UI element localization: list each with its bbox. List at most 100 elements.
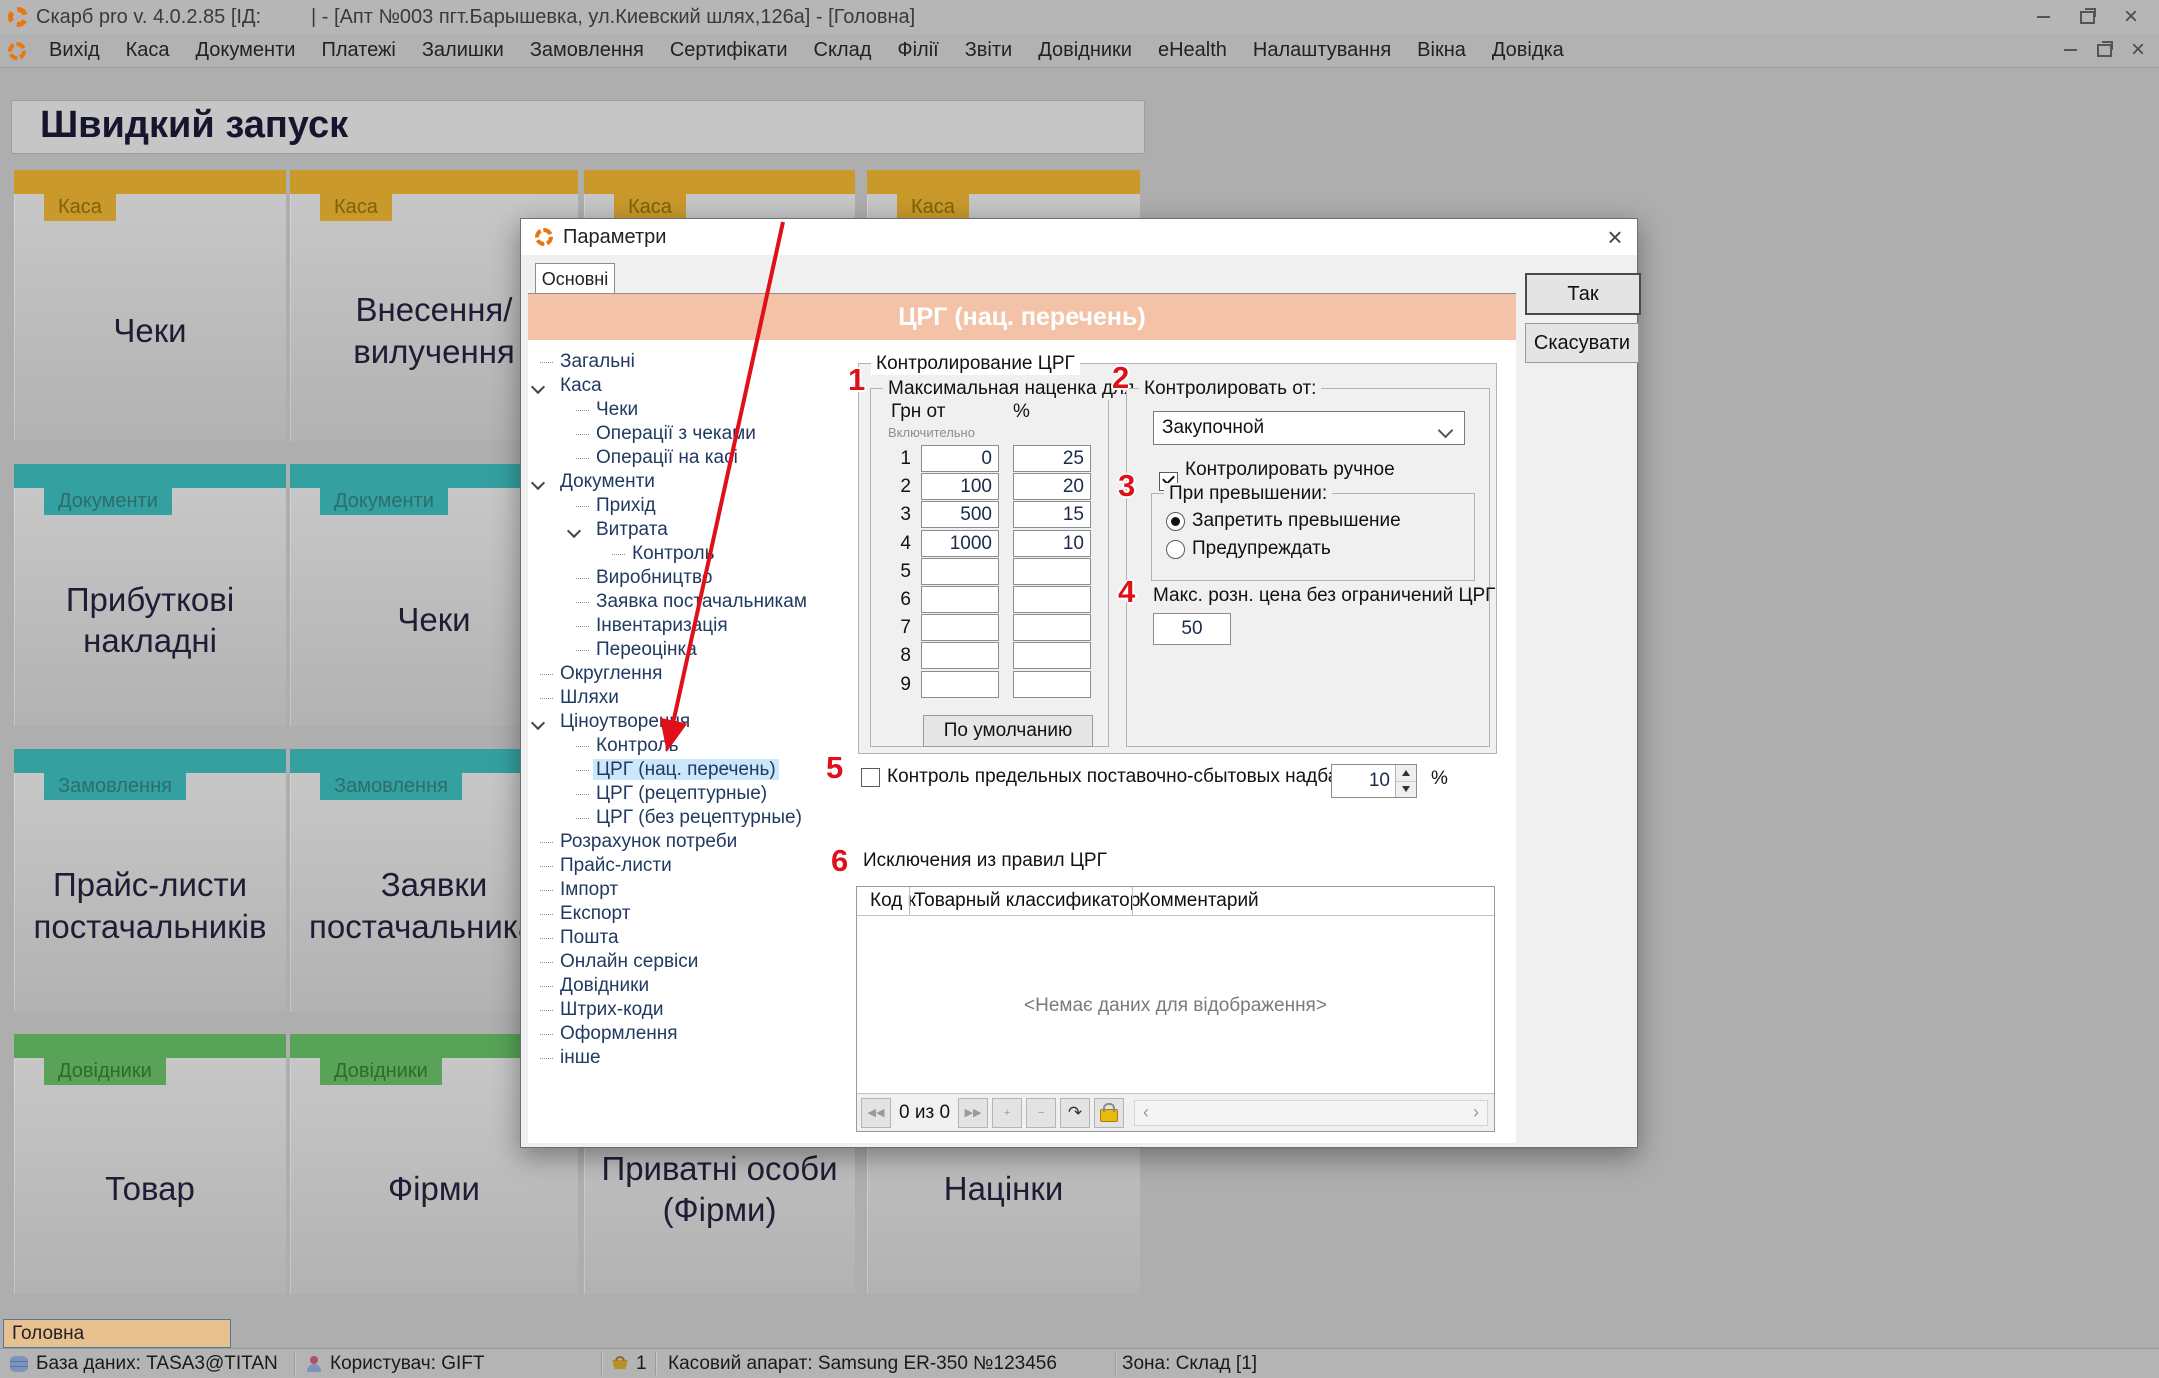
menu-item-10[interactable]: Звіти [952,39,1025,62]
scroll-left-icon[interactable]: ‹ [1143,1102,1149,1123]
tab-osnovni[interactable]: Основні [535,263,615,294]
rate-pct-input[interactable] [1013,558,1091,585]
tree-item-Онлайн сервіси[interactable]: Онлайн сервіси [531,950,851,974]
tree-item-ЦРГ (рецептурные)[interactable]: ЦРГ (рецептурные) [531,782,851,806]
menu-item-14[interactable]: Вікна [1404,39,1479,62]
tree-item-ЦРГ (без рецептурные)[interactable]: ЦРГ (без рецептурные) [531,806,851,830]
rate-pct-input[interactable]: 25 [1013,445,1091,472]
menu-item-6[interactable]: Замовлення [517,39,657,62]
limits-spinner[interactable]: 10 [1331,764,1417,798]
tree-item-Заявка постачальникам[interactable]: Заявка постачальникам [531,590,851,614]
tree-item-Витрата[interactable]: Витрата [531,518,851,542]
tree-item-Пошта[interactable]: Пошта [531,926,851,950]
tree-item-Операції на касі[interactable]: Операції на касі [531,446,851,470]
mdi-minimize-button[interactable] [2053,36,2087,64]
rate-pct-input[interactable]: 10 [1013,530,1091,557]
menu-item-12[interactable]: eHealth [1145,39,1240,62]
menu-item-1[interactable]: Вихід [36,39,113,62]
tree-item-Загальні[interactable]: Загальні [531,350,851,374]
dialog-close-icon[interactable]: × [1601,224,1629,250]
column-header-3[interactable]: Комментарий [1139,887,1259,915]
rate-pct-input[interactable] [1013,642,1091,669]
tree-item-Штрих-коди[interactable]: Штрих-коди [531,998,851,1022]
tree-item-Округлення[interactable]: Округлення [531,662,851,686]
dialog-titlebar[interactable]: Параметри [521,219,1637,255]
menu-item-9[interactable]: Філії [884,39,951,62]
remove-row-button[interactable]: − [1026,1098,1056,1128]
lock-button[interactable] [1094,1098,1124,1128]
tree-item-Контроль[interactable]: Контроль [531,542,851,566]
add-row-button[interactable]: + [992,1098,1022,1128]
mdi-close-button[interactable]: × [2121,36,2155,64]
tile-Чеки[interactable]: КасаЧеки [14,170,286,441]
control-from-select[interactable]: Закупочной [1153,411,1465,445]
rate-grn-input[interactable]: 0 [921,445,999,472]
rate-pct-input[interactable]: 20 [1013,473,1091,500]
tree-item-ЦРГ (нац. перечень)[interactable]: ЦРГ (нац. перечень) [531,758,851,782]
tree-item-Імпорт[interactable]: Імпорт [531,878,851,902]
menu-item-5[interactable]: Залишки [409,39,517,62]
menu-item-4[interactable]: Платежі [308,39,408,62]
radio-forbid[interactable]: Запретить превышение [1166,510,1401,532]
tree-item-Операції з чеками[interactable]: Операції з чеками [531,422,851,446]
menu-item-8[interactable]: Склад [801,39,885,62]
mdi-restore-button[interactable] [2087,36,2121,64]
tree-item-Переоцінка[interactable]: Переоцінка [531,638,851,662]
rate-pct-input[interactable]: 15 [1013,501,1091,528]
tree-item-Шляхи[interactable]: Шляхи [531,686,851,710]
tree-item-Чеки[interactable]: Чеки [531,398,851,422]
rate-grn-input[interactable] [921,586,999,613]
tree-item-Контроль[interactable]: Контроль [531,734,851,758]
tree-item-Експорт[interactable]: Експорт [531,902,851,926]
menu-item-13[interactable]: Налаштування [1240,39,1404,62]
rate-grn-input[interactable]: 1000 [921,530,999,557]
tree-item-Ціноутворення[interactable]: Ціноутворення [531,710,851,734]
tile-Прайс-листи постачальників[interactable]: ЗамовленняПрайс-листи постачальників [14,749,286,1012]
tree-item-Прихід[interactable]: Прихід [531,494,851,518]
ok-button[interactable]: Так [1525,273,1641,315]
tile-Прибуткові накладні[interactable]: ДокументиПрибуткові накладні [14,464,286,726]
tree-item-Документи[interactable]: Документи [531,470,851,494]
menu-item-2[interactable]: Каса [113,39,183,62]
nav-last-button[interactable]: ▶▶ [958,1098,988,1128]
refresh-button[interactable]: ↷ [1060,1098,1090,1128]
menu-item-7[interactable]: Сертифікати [657,39,801,62]
tree-item-інше[interactable]: інше [531,1046,851,1070]
radio-warn[interactable]: Предупреждать [1166,538,1331,560]
spin-down-button[interactable] [1396,782,1416,798]
menu-item-3[interactable]: Документи [183,39,309,62]
group-label: Контролировать от: [1139,378,1321,400]
tree-item-Оформлення[interactable]: Оформлення [531,1022,851,1046]
default-button[interactable]: По умолчанию [923,715,1093,747]
tree-item-Розрахунок потреби[interactable]: Розрахунок потреби [531,830,851,854]
maxprice-input[interactable]: 50 [1153,613,1231,645]
tree-item-Каса[interactable]: Каса [531,374,851,398]
tree-item-Довідники[interactable]: Довідники [531,974,851,998]
rate-grn-input[interactable] [921,614,999,641]
scroll-right-icon[interactable]: › [1473,1102,1479,1123]
tile-Товар[interactable]: ДовідникиТовар [14,1034,286,1294]
rate-pct-input[interactable] [1013,671,1091,698]
restore-button[interactable] [2065,4,2109,30]
menu-item-11[interactable]: Довідники [1025,39,1145,62]
tree-item-Виробництво[interactable]: Виробництво [531,566,851,590]
rate-grn-input[interactable] [921,558,999,585]
bottom-tab-home[interactable]: Головна [3,1319,231,1348]
nav-first-button[interactable]: ◀◀ [861,1098,891,1128]
close-button[interactable]: × [2109,4,2153,30]
tree-item-Прайс-листи[interactable]: Прайс-листи [531,854,851,878]
minimize-button[interactable] [2021,4,2065,30]
rate-pct-input[interactable] [1013,586,1091,613]
rate-grn-input[interactable]: 500 [921,501,999,528]
tree-item-Інвентаризація[interactable]: Інвентаризація [531,614,851,638]
rate-grn-input[interactable] [921,642,999,669]
rate-pct-input[interactable] [1013,614,1091,641]
horizontal-scrollbar[interactable]: ‹ › [1134,1100,1488,1126]
column-header-2[interactable]: Товарный классификатор [914,887,1140,915]
cancel-button[interactable]: Скасувати [1525,323,1639,363]
spin-up-button[interactable] [1396,765,1416,782]
limits-checkbox[interactable]: Контроль предельных поставочно-сбытовых … [861,766,1372,788]
rate-grn-input[interactable] [921,671,999,698]
menu-item-15[interactable]: Довідка [1479,39,1577,62]
rate-grn-input[interactable]: 100 [921,473,999,500]
